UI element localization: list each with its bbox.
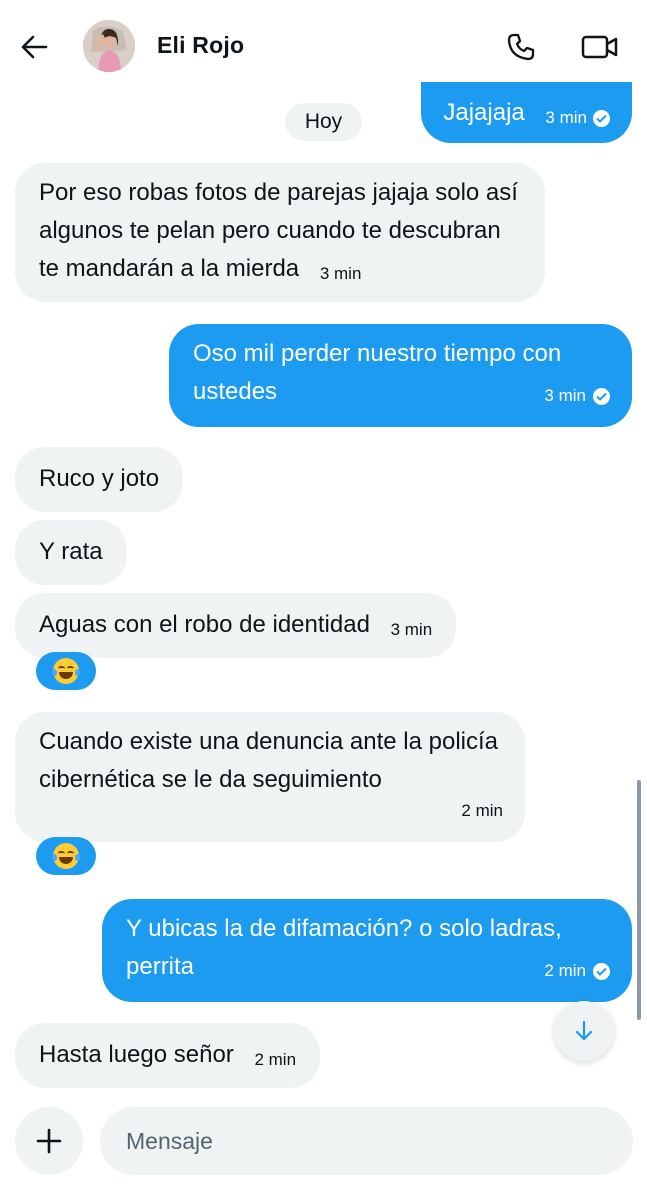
message-incoming[interactable]: Por eso robas fotos de parejas jajaja so… [15,163,545,302]
laughing-tears-emoji-icon [52,658,80,684]
message-outgoing[interactable]: Oso mil perder nuestro tiempo con ustede… [169,324,632,427]
message-time: 3 min [545,108,587,127]
message-text: Jajajaja [443,99,525,126]
message-input[interactable] [100,1107,633,1175]
scroll-to-bottom-button[interactable] [554,1001,614,1061]
message-time: 3 min [319,264,362,283]
chat-header: Eli Rojo [0,0,647,92]
video-camera-icon[interactable] [580,28,620,66]
day-separator: Hoy [285,103,362,141]
message-incoming[interactable]: Hasta luego señor 2 min [15,1023,321,1088]
message-text: Y ubicas la de difamación? o solo ladras… [126,915,562,980]
message-text: Oso mil perder nuestro tiempo con ustede… [193,340,562,405]
message-time: 2 min [254,1050,297,1069]
add-attachment-button[interactable] [15,1107,83,1175]
phone-icon[interactable] [501,28,541,66]
message-outgoing[interactable]: Jajajaja 3 min [421,82,632,143]
arrow-down-icon [575,1020,593,1041]
read-check-icon [593,387,610,405]
contact-name[interactable]: Eli Rojo [157,32,244,59]
plus-icon [36,1128,62,1154]
message-time: 3 min [390,620,433,639]
message-meta: 3 min [544,377,610,415]
message-outgoing[interactable]: Y ubicas la de difamación? o solo ladras… [102,899,632,1002]
read-check-icon [593,962,610,980]
laughing-tears-emoji-icon [52,843,80,869]
message-time: 2 min [544,961,586,980]
message-time: 2 min [461,801,503,820]
message-text: Cuando existe una denuncia ante la polic… [39,728,498,793]
message-incoming[interactable]: Cuando existe una denuncia ante la polic… [15,712,525,842]
message-time: 3 min [544,386,586,405]
message-text: Aguas con el robo de identidad [39,611,370,638]
message-meta: 3 min [545,99,610,137]
message-incoming[interactable]: Aguas con el robo de identidad 3 min [15,593,457,658]
message-text: Hasta luego señor [39,1041,234,1068]
scrollbar[interactable] [637,780,641,1020]
message-list[interactable]: Jajajaja 3 min Hoy Por eso robas fotos d… [0,82,647,1092]
avatar[interactable] [83,20,135,72]
message-text: Por eso robas fotos de parejas jajaja so… [39,179,518,282]
reaction-badge[interactable] [36,652,96,690]
message-text: Ruco y joto [39,465,160,492]
message-text: Y rata [39,538,103,565]
reaction-badge[interactable] [36,837,96,875]
read-check-icon [593,109,610,127]
message-incoming[interactable]: Ruco y joto [15,447,184,512]
arrow-left-icon[interactable] [14,28,54,66]
message-meta: 2 min [544,952,610,990]
message-incoming[interactable]: Y rata [15,520,127,585]
